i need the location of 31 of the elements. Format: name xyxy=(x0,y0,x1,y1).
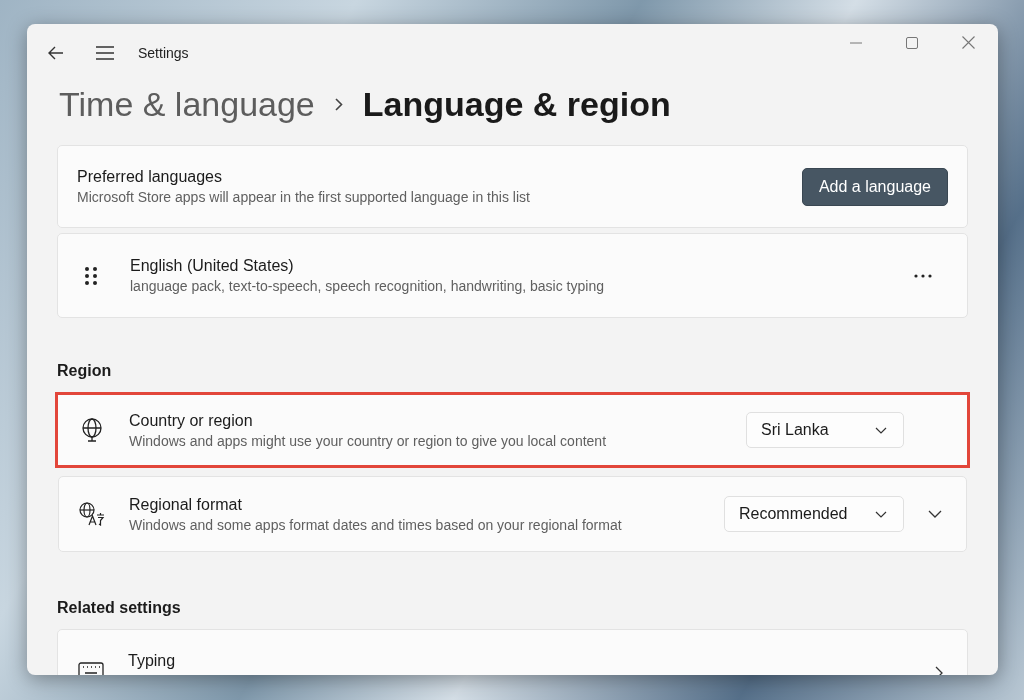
more-options-icon[interactable] xyxy=(914,273,932,278)
section-heading: Region xyxy=(57,362,112,380)
back-arrow-icon[interactable] xyxy=(48,46,64,60)
drag-handle-icon[interactable] xyxy=(84,265,98,286)
setting-title: Country or region xyxy=(129,411,253,430)
section-title: Preferred languages xyxy=(77,168,222,186)
window-title: Settings xyxy=(138,45,189,61)
setting-title: Regional format xyxy=(129,495,242,514)
breadcrumb-item[interactable]: Time & language xyxy=(59,84,315,124)
keyboard-icon xyxy=(78,662,104,675)
dropdown[interactable]: Recommended xyxy=(724,496,904,532)
section-heading: Related settings xyxy=(57,599,181,617)
maximize-icon[interactable] xyxy=(906,36,918,49)
menu-icon[interactable] xyxy=(96,46,114,60)
setting-title: Typing xyxy=(128,652,176,670)
section-description: Microsoft Store apps will appear in the first supported language in this list xyxy=(77,189,530,205)
close-icon[interactable] xyxy=(962,36,975,49)
setting-description: Windows and apps might use your country or region to give you local content xyxy=(129,432,607,449)
chevron-down-icon xyxy=(875,510,887,518)
breadcrumb-item: Language & region xyxy=(362,84,671,124)
add-language-button[interactable]: Add a language xyxy=(801,167,948,206)
language-format-icon xyxy=(79,502,105,526)
language-name: English (United States) xyxy=(130,257,294,275)
globe-icon xyxy=(81,418,103,442)
dropdown[interactable]: Sri Lanka xyxy=(746,412,904,448)
chevron-down-icon xyxy=(875,426,887,434)
chevron-right-icon xyxy=(334,97,343,111)
setting-card[interactable]: Typing xyxy=(57,629,968,675)
expand-chevron-icon[interactable] xyxy=(928,510,942,518)
setting-description: Windows and some apps format dates and times based on your regional format xyxy=(129,516,622,533)
language-features: language pack, text-to-speech, speech recognition, handwriting, basic typing xyxy=(130,278,604,294)
